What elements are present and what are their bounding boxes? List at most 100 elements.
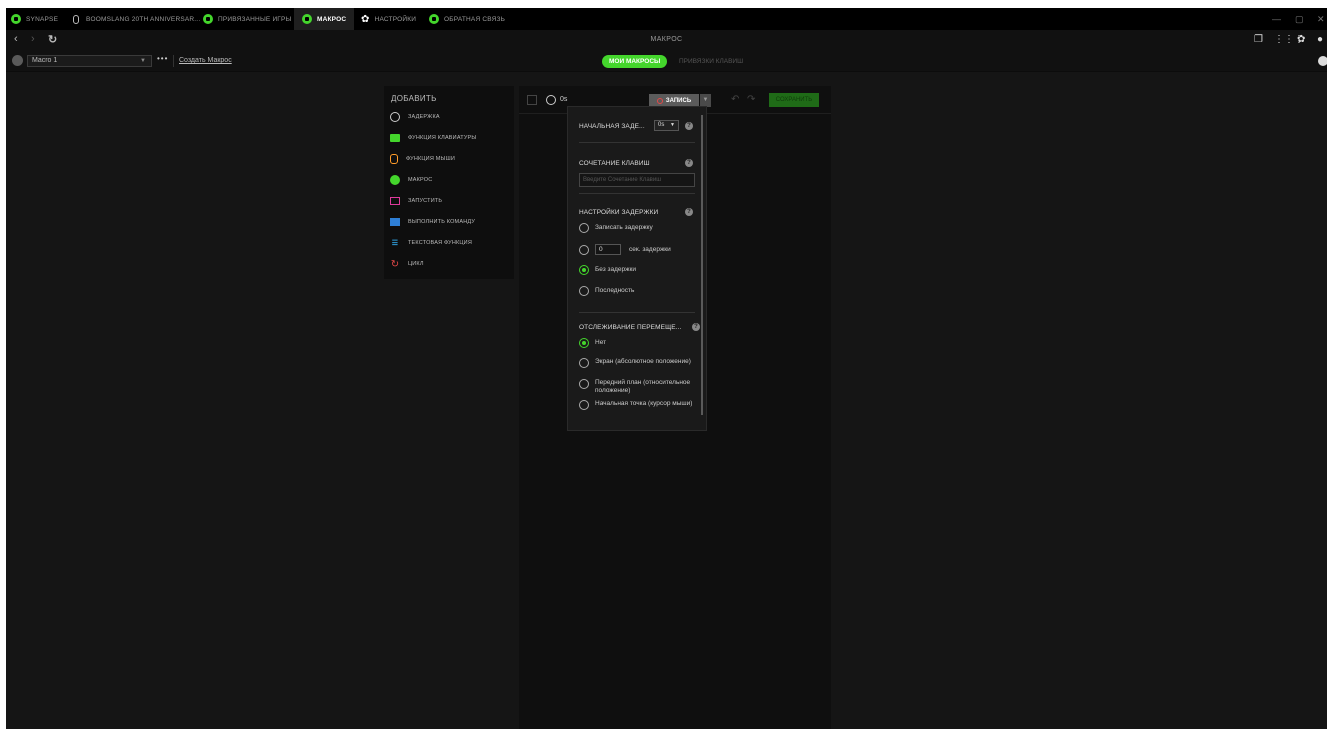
radio-tracking-none[interactable]: Нет: [579, 338, 606, 348]
radio-record-delay[interactable]: Записать задержку: [579, 223, 653, 233]
radio-label: Без задержки: [595, 266, 636, 273]
help-icon[interactable]: ?: [685, 208, 693, 216]
tab-device[interactable]: BOOMSLANG 20TH ANNIVERSAR...: [73, 8, 200, 30]
gear-icon: ✿: [361, 13, 370, 25]
razer-logo-icon: [11, 14, 21, 24]
help-icon[interactable]: ?: [692, 323, 700, 331]
total-time: 0s: [560, 96, 568, 103]
delay-seconds-input[interactable]: 0: [595, 244, 621, 255]
add-item-macro[interactable]: МАКРОС: [390, 173, 432, 187]
tab-my-macros[interactable]: МОИ МАКРОСЫ: [602, 55, 668, 68]
radio-button-selected[interactable]: [579, 338, 589, 348]
add-item-label: ФУНКЦИЯ КЛАВИАТУРЫ: [408, 135, 477, 141]
tab-label: ПРИВЯЗАННЫЕ ИГРЫ: [218, 15, 292, 23]
radio-button[interactable]: [579, 223, 589, 233]
help-icon[interactable]: ?: [685, 159, 693, 167]
hotkey-input[interactable]: Введите Сочетание Клавиш: [579, 173, 695, 187]
tab-synapse[interactable]: SYNAPSE: [11, 8, 58, 30]
divider: [579, 312, 695, 313]
radio-sequence[interactable]: Последность: [579, 286, 634, 296]
initial-delay-select[interactable]: 0s ▼: [654, 120, 679, 131]
radio-button[interactable]: [579, 286, 589, 296]
radio-label: Нет: [595, 339, 607, 346]
command-icon: [390, 218, 400, 226]
loop-icon: ↻: [390, 258, 400, 270]
radio-label: Передний план (относительное положение): [595, 379, 691, 394]
settings-icon[interactable]: ✿: [1297, 34, 1305, 45]
radio-button[interactable]: [579, 358, 589, 368]
radio-fixed-delay[interactable]: 0 сек. задержки: [579, 244, 671, 255]
undo-icon[interactable]: ↶: [731, 94, 739, 105]
radio-label: сек. задержки: [629, 245, 671, 253]
radio-label: Записать задержку: [595, 224, 653, 231]
close-icon[interactable]: ✕: [1317, 8, 1325, 30]
tab-label: SYNAPSE: [26, 15, 59, 23]
add-item-text[interactable]: ☰ ТЕКСТОВАЯ ФУНКЦИЯ: [390, 236, 472, 250]
initial-delay-value: 0s: [658, 122, 665, 128]
clock-icon: [546, 95, 556, 105]
feedback-icon: [429, 14, 439, 24]
tab-bar: SYNAPSE BOOMSLANG 20TH ANNIVERSAR... ПРИ…: [6, 8, 1327, 30]
mouse-icon: [390, 154, 398, 164]
divider: [579, 142, 695, 143]
help-icon[interactable]: ?: [685, 122, 693, 130]
page-title: МАКРОС: [650, 36, 683, 43]
screens-icon[interactable]: ❐: [1254, 34, 1263, 45]
record-settings-dropdown: НАЧАЛЬНАЯ ЗАДЕ... 0s ▼ ? СОЧЕТАНИЕ КЛАВИ…: [567, 106, 707, 431]
chevron-down-icon: ▼: [670, 122, 675, 128]
minimize-icon[interactable]: —: [1272, 8, 1281, 30]
tab-settings[interactable]: ✿ НАСТРОЙКИ: [361, 8, 416, 30]
gamepad-icon: [203, 14, 213, 24]
tab-linked-games[interactable]: ПРИВЯЗАННЫЕ ИГРЫ: [203, 8, 292, 30]
profile-icon: [12, 55, 23, 66]
divider: [173, 55, 174, 67]
macro-icon: [390, 175, 400, 185]
save-button[interactable]: СОХРАНИТЬ: [769, 93, 819, 107]
create-macro-link[interactable]: Создать Макрос: [179, 57, 232, 64]
select-all-checkbox[interactable]: [527, 95, 537, 105]
radio-tracking-cursor[interactable]: Начальная точка (курсор мыши): [579, 400, 692, 410]
radio-label: Экран (абсолютное положение): [595, 358, 691, 365]
add-item-launch[interactable]: ЗАПУСТИТЬ: [390, 194, 442, 208]
radio-no-delay[interactable]: Без задержки: [579, 265, 636, 275]
tab-macro[interactable]: МАКРОС: [294, 8, 355, 30]
add-item-delay[interactable]: ЗАДЕРЖКА: [390, 110, 440, 124]
tab-label: ОБРАТНАЯ СВЯЗЬ: [444, 15, 506, 23]
tab-label: НАСТРОЙКИ: [374, 15, 417, 23]
tab-feedback[interactable]: ОБРАТНАЯ СВЯЗЬ: [429, 8, 505, 30]
add-item-mouse[interactable]: ФУНКЦИЯ МЫШИ: [390, 152, 455, 166]
tab-key-bindings[interactable]: ПРИВЯЗКИ КЛАВИШ: [679, 58, 743, 65]
record-icon: [656, 97, 663, 104]
macro-icon: [302, 14, 312, 24]
tab-label: BOOMSLANG 20TH ANNIVERSAR...: [86, 15, 201, 23]
radio-button[interactable]: [579, 244, 589, 255]
redo-icon[interactable]: ↷: [747, 94, 755, 105]
radio-button[interactable]: [579, 400, 589, 410]
radio-tracking-screen[interactable]: Экран (абсолютное положение): [579, 358, 691, 368]
radio-tracking-foreground[interactable]: Передний план (относительное положение): [579, 379, 695, 395]
add-item-label: ЗАДЕРЖКА: [408, 114, 440, 120]
hotkey-label: СОЧЕТАНИЕ КЛАВИШ: [579, 160, 650, 167]
radio-label: Начальная точка (курсор мыши): [595, 400, 693, 407]
add-item-label: ФУНКЦИЯ МЫШИ: [406, 156, 455, 162]
macro-select[interactable]: Macro 1 ▼: [27, 55, 152, 67]
add-item-keyboard[interactable]: ФУНКЦИЯ КЛАВИАТУРЫ: [390, 131, 476, 145]
tab-label: МАКРОС: [317, 15, 347, 23]
add-item-label: МАКРОС: [408, 177, 433, 183]
add-panel: ДОБАВИТЬ ЗАДЕРЖКА ФУНКЦИЯ КЛАВИАТУРЫ ФУН…: [384, 86, 514, 279]
more-options-icon[interactable]: •••: [157, 54, 168, 63]
radio-button[interactable]: [579, 379, 589, 389]
maximize-icon[interactable]: ▢: [1295, 8, 1304, 30]
scrollbar[interactable]: [701, 115, 703, 415]
clock-icon: [390, 112, 400, 122]
record-label: ЗАПИСЬ: [665, 97, 692, 104]
chevron-down-icon: ▼: [140, 58, 146, 64]
account-icon[interactable]: ●: [1317, 34, 1323, 45]
divider: [579, 193, 695, 194]
mouse-icon: [73, 14, 79, 24]
add-item-loop[interactable]: ↻ ЦИКЛ: [390, 257, 424, 271]
add-item-command[interactable]: ВЫПОЛНИТЬ КОМАНДУ: [390, 215, 475, 229]
radio-button-selected[interactable]: [579, 265, 589, 275]
info-icon[interactable]: [1318, 56, 1327, 66]
radio-label: Последность: [595, 287, 635, 294]
